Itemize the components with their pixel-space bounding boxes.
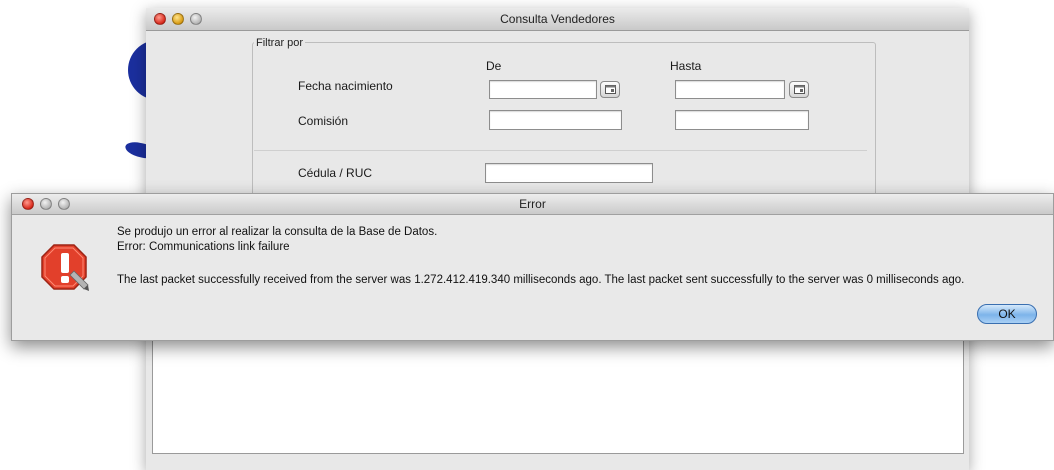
commission-to-field[interactable] — [675, 110, 809, 130]
error-dialog-titlebar[interactable]: Error — [12, 194, 1053, 215]
birthdate-to-field[interactable] — [675, 80, 785, 99]
error-message-line1: Se produjo un error al realizar la consu… — [117, 226, 438, 238]
id-label: Cédula / RUC — [298, 166, 373, 180]
commission-from-field[interactable] — [489, 110, 622, 130]
filter-separator — [254, 150, 867, 151]
error-dialog-title: Error — [519, 197, 546, 211]
window-controls — [154, 13, 202, 25]
zoom-window-button[interactable] — [190, 13, 202, 25]
close-window-button[interactable] — [154, 13, 166, 25]
dialog-window-controls — [22, 198, 70, 210]
commission-label: Comisión — [298, 114, 349, 128]
close-dialog-button[interactable] — [22, 198, 34, 210]
warning-stop-icon — [41, 244, 89, 291]
birthdate-from-field[interactable] — [489, 80, 597, 99]
minimize-dialog-button[interactable] — [40, 198, 52, 210]
error-dialog: Error Se produjo un error al realizar la… — [11, 193, 1054, 341]
error-message-line2: Error: Communications link failure — [117, 241, 290, 253]
ok-button[interactable]: OK — [977, 304, 1037, 324]
col-to-label: Hasta — [670, 59, 702, 73]
col-from-label: De — [486, 59, 502, 73]
filter-group-label: Filtrar por — [254, 37, 306, 49]
minimize-window-button[interactable] — [172, 13, 184, 25]
birthdate-label: Fecha nacimiento — [298, 79, 393, 93]
id-field[interactable] — [485, 163, 653, 183]
calendar-icon — [605, 85, 616, 94]
zoom-dialog-button[interactable] — [58, 198, 70, 210]
birthdate-from-calendar-button[interactable] — [600, 81, 620, 98]
birthdate-to-calendar-button[interactable] — [789, 81, 809, 98]
main-window-title: Consulta Vendedores — [500, 12, 615, 26]
main-window-titlebar[interactable]: Consulta Vendedores — [146, 8, 969, 31]
calendar-icon — [794, 85, 805, 94]
error-message-line3: The last packet successfully received fr… — [117, 274, 965, 286]
